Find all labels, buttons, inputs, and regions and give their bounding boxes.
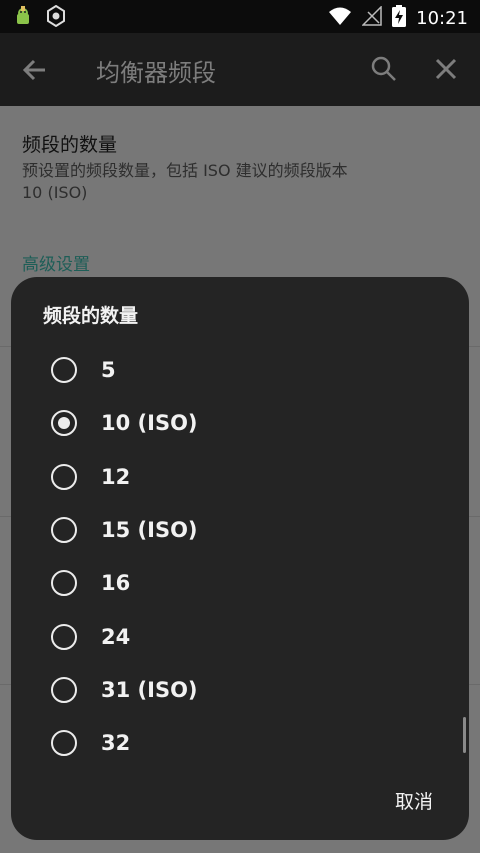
radio-unchecked-icon[interactable] <box>51 357 77 383</box>
radio-option-label: 10 (ISO) <box>101 411 198 436</box>
radio-option-label: 16 <box>101 571 131 596</box>
radio-unchecked-icon[interactable] <box>51 730 77 757</box>
radio-unchecked-icon[interactable] <box>51 623 77 650</box>
dialog-title: 频段的数量 <box>43 305 139 327</box>
radio-unchecked-icon[interactable] <box>51 516 77 543</box>
radio-option[interactable]: 24 <box>31 612 451 662</box>
radio-option-label: 32 <box>101 731 131 756</box>
radio-option-label: 24 <box>101 624 131 649</box>
radio-unchecked-icon[interactable] <box>51 570 77 597</box>
pref-summary: 预设置的频段数量，包括 ISO 建议的频段版本 10 (ISO) <box>22 160 422 204</box>
signal-icon <box>361 5 382 30</box>
radio-checked-icon[interactable] <box>51 410 77 437</box>
radio-option[interactable]: 5 <box>31 345 451 395</box>
pref-summary-value: 10 (ISO) <box>22 183 88 202</box>
pref-summary-text: 预设置的频段数量，包括 ISO 建议的频段版本 <box>22 161 348 180</box>
radio-option-label: 5 <box>101 358 116 382</box>
radio-option[interactable]: 10 (ISO) <box>31 398 451 448</box>
radio-option[interactable]: 16 <box>31 558 451 608</box>
battery-charging-icon <box>392 5 407 31</box>
radio-option-label: 31 (ISO) <box>101 677 198 702</box>
radio-option[interactable]: 32 <box>31 718 451 768</box>
radio-option-label: 15 (ISO) <box>101 517 198 542</box>
radio-option-label: 12 <box>101 464 131 489</box>
band-count-dialog: 频段的数量 5 10 (ISO) 12 15 (ISO) 16 24 31 (ISO) 32 … <box>11 277 469 840</box>
radio-unchecked-icon[interactable] <box>51 676 77 703</box>
pref-title: 频段的数量 <box>22 134 118 156</box>
status-bar: 10:21 <box>0 0 480 33</box>
android-debug-icon <box>12 5 34 31</box>
scrollbar-thumb[interactable] <box>463 717 466 753</box>
radio-unchecked-icon[interactable] <box>51 463 77 490</box>
radio-option[interactable]: 12 <box>31 452 451 502</box>
app-notification-icon <box>44 4 68 31</box>
app-toolbar: 均衡器频段 <box>0 33 480 106</box>
radio-option[interactable]: 15 (ISO) <box>31 505 451 555</box>
cancel-button[interactable]: 取消 <box>395 787 433 814</box>
status-clock: 10:21 <box>416 7 468 29</box>
close-icon[interactable] <box>432 55 460 83</box>
search-icon[interactable] <box>370 55 398 83</box>
radio-option[interactable]: 31 (ISO) <box>31 665 451 715</box>
pref-category-advanced: 高级设置 <box>22 255 90 275</box>
back-arrow-icon[interactable] <box>20 55 50 85</box>
page-title: 均衡器频段 <box>96 59 216 87</box>
wifi-icon <box>328 6 352 30</box>
